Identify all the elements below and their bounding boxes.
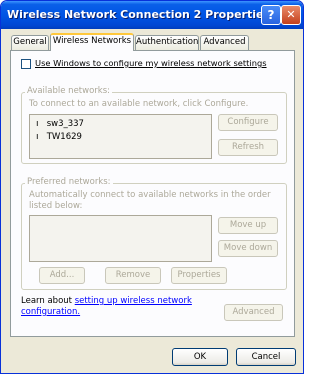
move-up-button[interactable]: Move up	[218, 217, 278, 234]
button-label: Advanced	[232, 307, 275, 317]
button-label: Remove	[115, 270, 151, 280]
preferred-networks-title: Preferred networks:	[25, 177, 113, 187]
tab-authentication[interactable]: Authentication	[135, 35, 199, 50]
tab-wireless-networks[interactable]: Wireless Networks	[50, 33, 134, 51]
preferred-networks-description: Automatically connect to available netwo…	[29, 190, 271, 211]
tab-panel: Use Windows to configure my wireless net…	[10, 50, 295, 337]
list-item[interactable]: ı TW1629	[36, 132, 82, 142]
help-button[interactable]: ?	[261, 5, 281, 25]
help-icon: ?	[267, 8, 275, 22]
network-name: TW1629	[46, 132, 82, 142]
add-button[interactable]: Add...	[39, 267, 85, 284]
use-windows-checkbox[interactable]	[21, 59, 31, 69]
network-name: sw3_337	[46, 119, 84, 129]
button-label: OK	[193, 352, 207, 362]
wireless-antenna-icon: ı	[36, 119, 39, 129]
learn-about-prefix: Learn about	[21, 296, 75, 306]
tab-label: Authentication	[136, 37, 199, 47]
available-networks-list[interactable]: ı sw3_337 ı TW1629	[29, 114, 212, 159]
move-down-button[interactable]: Move down	[218, 240, 278, 257]
tab-label: Advanced	[203, 37, 246, 47]
available-networks-description: To connect to an available network, clic…	[29, 99, 249, 109]
list-item[interactable]: ı sw3_337	[36, 119, 84, 129]
properties-dialog: Wireless Network Connection 2 Properties…	[0, 0, 304, 374]
properties-button[interactable]: Properties	[171, 267, 227, 284]
wireless-antenna-icon: ı	[36, 132, 39, 142]
button-label: Configure	[227, 117, 269, 127]
window-title: Wireless Network Connection 2 Properties	[7, 8, 271, 21]
tab-label: General	[13, 37, 47, 47]
advanced-button[interactable]: Advanced	[224, 304, 283, 321]
configure-button[interactable]: Configure	[218, 114, 278, 131]
close-button[interactable]: ✕	[281, 5, 301, 25]
available-networks-title: Available networks:	[25, 86, 112, 96]
button-label: Move up	[229, 220, 267, 230]
ok-button[interactable]: OK	[172, 348, 228, 366]
remove-button[interactable]: Remove	[105, 267, 161, 284]
preferred-networks-list[interactable]	[29, 215, 212, 262]
tab-advanced[interactable]: Advanced	[200, 35, 249, 50]
title-bar[interactable]: Wireless Network Connection 2 Properties…	[1, 1, 303, 29]
button-label: Cancel	[251, 352, 281, 362]
button-label: Move down	[223, 243, 273, 253]
button-label: Properties	[177, 270, 221, 280]
cancel-button[interactable]: Cancel	[236, 348, 296, 366]
use-windows-label[interactable]: Use Windows to configure my wireless net…	[35, 58, 267, 68]
learn-about-text: Learn about setting up wireless network …	[21, 296, 221, 318]
button-label: Refresh	[231, 142, 265, 152]
tab-label: Wireless Networks	[52, 36, 132, 46]
close-icon: ✕	[286, 8, 296, 21]
tab-general[interactable]: General	[11, 35, 49, 50]
refresh-button[interactable]: Refresh	[218, 139, 278, 156]
button-label: Add...	[49, 270, 75, 280]
